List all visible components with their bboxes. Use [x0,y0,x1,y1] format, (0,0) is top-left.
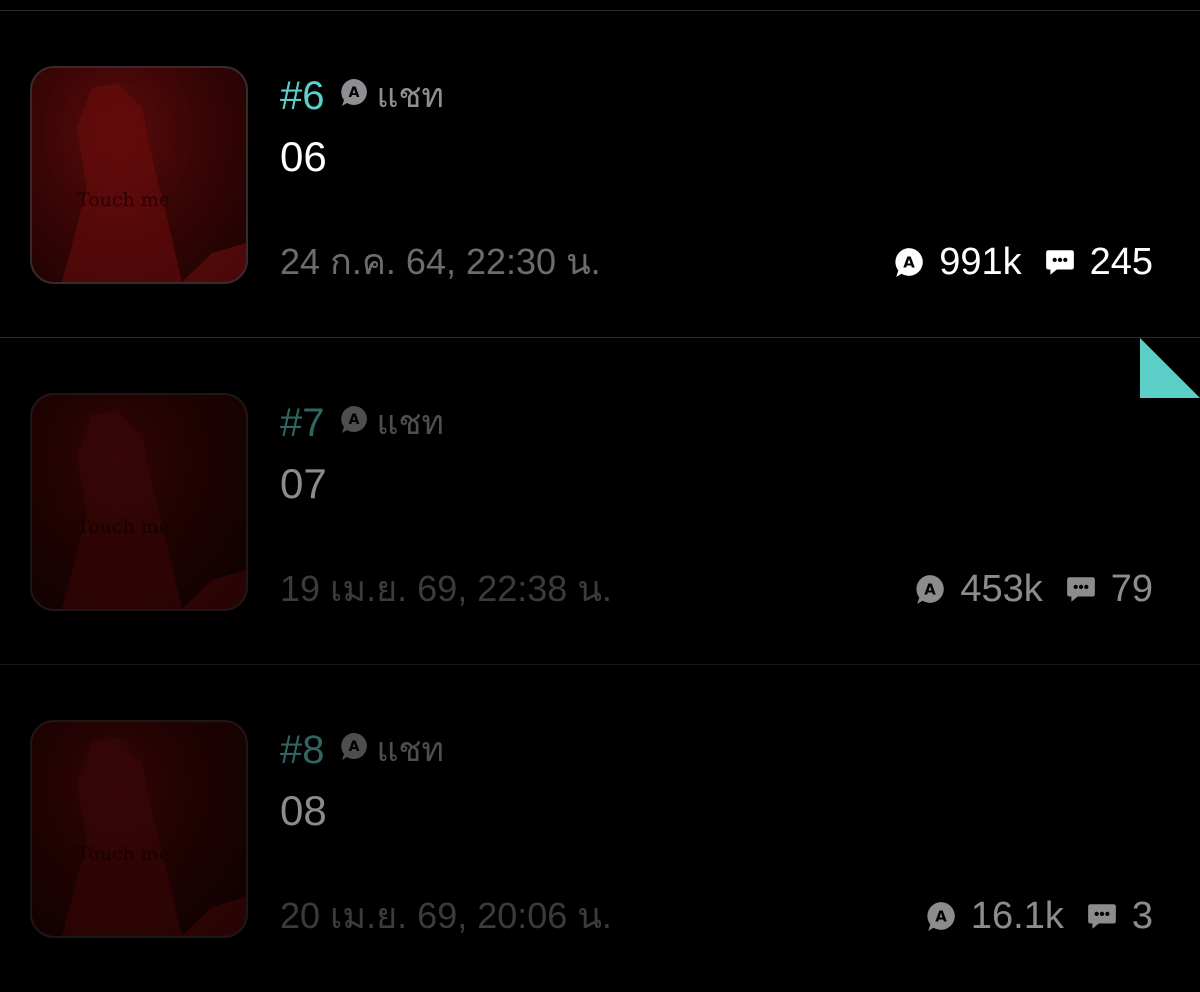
episode-header: #8 A แชท [280,727,444,773]
chat-a-icon: A [339,77,369,107]
svg-text:A: A [903,253,915,271]
episode-title: 07 [280,460,327,507]
comment-bubble-icon [1065,573,1097,605]
episode-type: แชท [376,404,444,442]
comment-bubble-icon [1044,246,1076,278]
view-count: 991k [939,241,1022,283]
episode-stats: A 16.1k 3 [925,893,1153,939]
comment-bubble-icon [1086,900,1118,932]
svg-text:A: A [348,739,359,755]
comment-count: 245 [1089,241,1153,283]
episode-thumbnail: Touch me [30,66,248,284]
svg-text:A: A [935,907,947,925]
episode-title: 06 [280,133,327,180]
episode-number: #6 [280,74,325,118]
new-corner-flag-icon [1140,338,1200,398]
episode-row[interactable]: Touch me #6 A แชท 06 24 ก.ค. 64, 22:30 น… [0,11,1200,338]
episode-type: แชท [376,731,444,769]
chat-a-icon: A [339,404,369,434]
episode-stats: A 991k 245 [893,239,1153,285]
episode-type: แชท [376,77,444,115]
episode-header: #7 A แชท [280,400,444,446]
episode-row[interactable]: Touch me #8 A แชท 08 20 เม.ย. 69, 20:06 … [0,665,1200,992]
episode-stats: A 453k 79 [914,566,1153,612]
svg-text:A: A [348,412,359,428]
svg-text:A: A [348,85,359,101]
comment-count: 79 [1110,568,1153,610]
svg-text:A: A [925,580,937,598]
view-count: 453k [960,568,1043,610]
episode-date: 24 ก.ค. 64, 22:30 น. [280,241,601,282]
episode-thumbnail: Touch me [30,720,248,938]
episode-header: #6 A แชท [280,73,444,119]
episode-thumbnail: Touch me [30,393,248,611]
episode-row[interactable]: Touch me #7 A แชท 07 19 เม.ย. 69, 22:38 … [0,338,1200,665]
episode-list: Touch me #6 A แชท 06 24 ก.ค. 64, 22:30 น… [0,11,1200,992]
view-a-icon: A [914,573,946,605]
episode-date: 20 เม.ย. 69, 20:06 น. [280,895,612,936]
thumbnail-caption: Touch me [77,516,170,538]
comment-count: 3 [1131,895,1153,937]
thumbnail-caption: Touch me [77,189,170,211]
episode-date: 19 เม.ย. 69, 22:38 น. [280,568,612,609]
episode-number: #8 [280,728,325,772]
view-a-icon: A [925,900,957,932]
chat-a-icon: A [339,731,369,761]
view-a-icon: A [893,246,925,278]
thumbnail-caption: Touch me [77,843,170,865]
episode-title: 08 [280,787,327,834]
view-count: 16.1k [970,895,1064,937]
episode-number: #7 [280,401,325,445]
